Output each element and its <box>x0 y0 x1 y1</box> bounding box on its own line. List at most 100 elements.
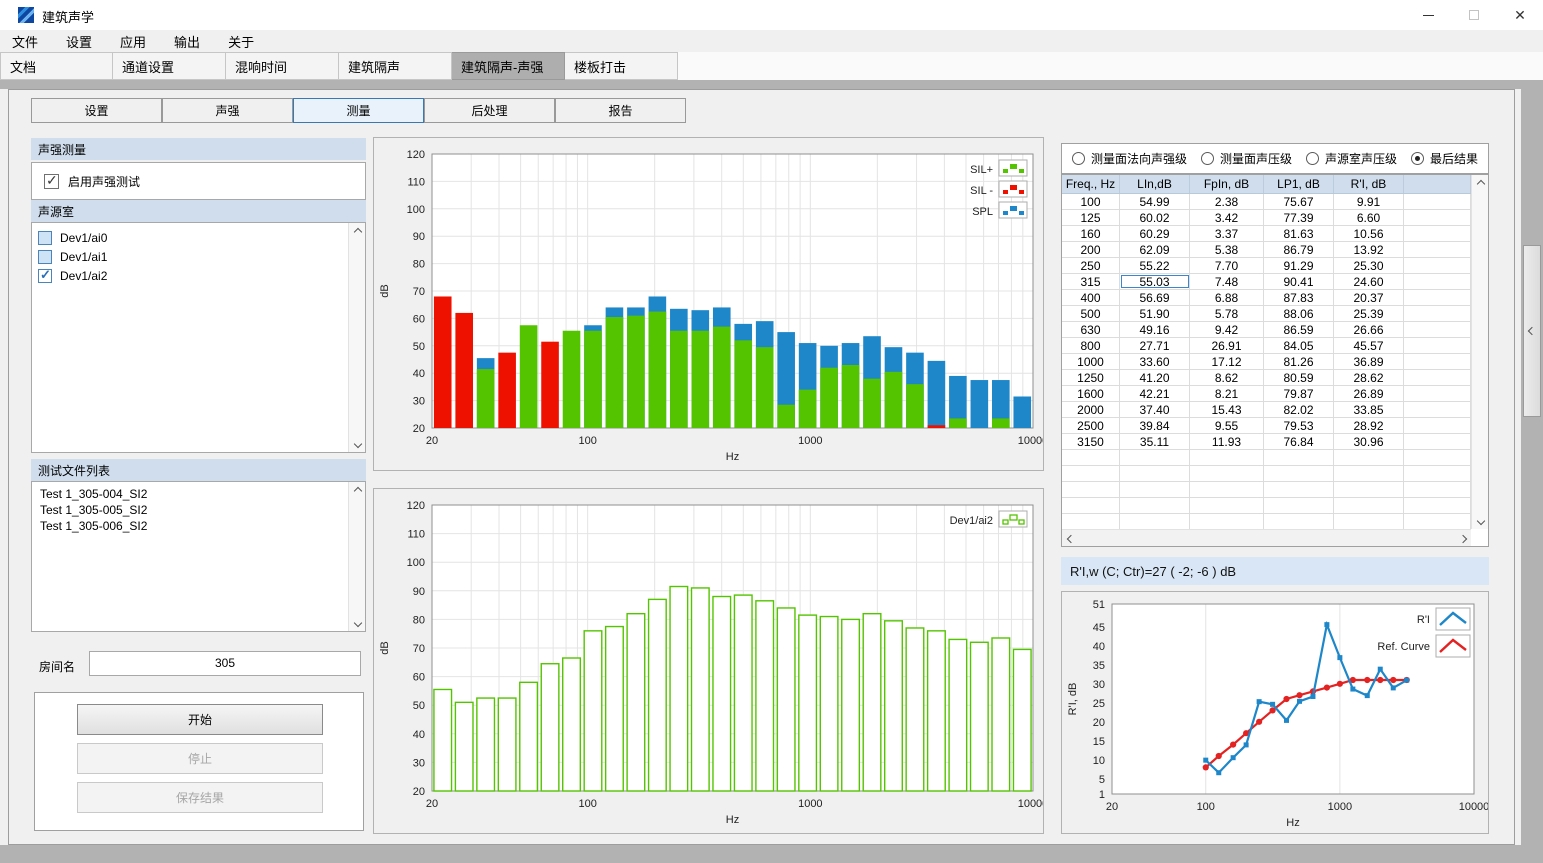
menu-item[interactable]: 关于 <box>228 32 254 51</box>
table-cell[interactable]: 86.79 <box>1264 242 1334 257</box>
table-cell[interactable]: 77.39 <box>1264 210 1334 225</box>
maximize-button[interactable] <box>1451 0 1497 30</box>
table-row[interactable]: 80027.7126.9184.0545.57 <box>1062 338 1471 354</box>
table-row[interactable]: 20062.095.3886.7913.92 <box>1062 242 1471 258</box>
table-cell[interactable]: 90.41 <box>1264 274 1334 289</box>
table-cell[interactable]: 1250 <box>1062 370 1120 385</box>
table-cell[interactable]: 60.29 <box>1120 226 1190 241</box>
menu-item[interactable]: 设置 <box>66 32 92 51</box>
table-cell[interactable]: 630 <box>1062 322 1120 337</box>
result-view-radio[interactable]: 声源室声压级 <box>1306 150 1397 167</box>
result-view-radio[interactable]: 测量面声压级 <box>1201 150 1292 167</box>
radio-icon[interactable] <box>1072 152 1085 165</box>
table-cell[interactable]: 6.60 <box>1334 210 1404 225</box>
scroll-up-icon[interactable] <box>349 223 366 240</box>
table-cell[interactable]: 84.05 <box>1264 338 1334 353</box>
sub-tab[interactable]: 后处理 <box>424 98 555 123</box>
table-cell[interactable]: 30.96 <box>1334 434 1404 449</box>
table-cell[interactable]: 24.60 <box>1334 274 1404 289</box>
table-row[interactable]: 63049.169.4286.5926.66 <box>1062 322 1471 338</box>
table-cell[interactable]: 200 <box>1062 242 1120 257</box>
table-cell[interactable]: 39.84 <box>1120 418 1190 433</box>
table-cell[interactable] <box>1404 370 1471 385</box>
channel-checkbox[interactable] <box>38 231 52 245</box>
table-row[interactable]: 160042.218.2179.8726.89 <box>1062 386 1471 402</box>
table-row[interactable]: 315035.1111.9376.8430.96 <box>1062 434 1471 450</box>
minimize-button[interactable] <box>1405 0 1451 30</box>
table-cell[interactable] <box>1404 258 1471 273</box>
table-cell[interactable]: 3.42 <box>1190 210 1264 225</box>
table-cell[interactable]: 400 <box>1062 290 1120 305</box>
scroll-down-icon[interactable] <box>349 435 366 452</box>
table-cell[interactable]: 1600 <box>1062 386 1120 401</box>
table-cell[interactable]: 5.78 <box>1190 306 1264 321</box>
sub-tab[interactable]: 报告 <box>555 98 686 123</box>
table-cell[interactable]: 88.06 <box>1264 306 1334 321</box>
start-button[interactable]: 开始 <box>77 704 323 735</box>
table-cell[interactable]: 26.91 <box>1190 338 1264 353</box>
table-cell[interactable]: 315 <box>1062 274 1120 289</box>
table-cell[interactable]: 60.02 <box>1120 210 1190 225</box>
table-cell[interactable]: 10.56 <box>1334 226 1404 241</box>
table-cell[interactable]: 55.22 <box>1120 258 1190 273</box>
main-tab[interactable]: 文档 <box>0 52 113 80</box>
table-cell[interactable]: 9.55 <box>1190 418 1264 433</box>
table-cell[interactable]: 3150 <box>1062 434 1120 449</box>
table-cell[interactable]: 3.37 <box>1190 226 1264 241</box>
table-cell[interactable]: 91.29 <box>1264 258 1334 273</box>
table-cell[interactable]: 2.38 <box>1190 194 1264 209</box>
menu-item[interactable]: 文件 <box>12 32 38 51</box>
table-cell[interactable] <box>1404 354 1471 369</box>
table-cell[interactable]: 27.71 <box>1120 338 1190 353</box>
main-tab[interactable]: 通道设置 <box>113 52 226 80</box>
table-cell[interactable] <box>1404 434 1471 449</box>
table-cell[interactable]: 1000 <box>1062 354 1120 369</box>
table-cell[interactable]: 7.48 <box>1190 274 1264 289</box>
table-cell[interactable]: 36.89 <box>1334 354 1404 369</box>
menu-item[interactable]: 应用 <box>120 32 146 51</box>
table-cell[interactable]: 6.88 <box>1190 290 1264 305</box>
channel-list-scrollbar[interactable] <box>348 223 365 452</box>
table-cell[interactable]: 17.12 <box>1190 354 1264 369</box>
table-cell[interactable]: 80.59 <box>1264 370 1334 385</box>
table-cell[interactable]: 8.21 <box>1190 386 1264 401</box>
table-cell[interactable]: 41.20 <box>1120 370 1190 385</box>
table-cell[interactable]: 79.87 <box>1264 386 1334 401</box>
table-cell[interactable] <box>1404 338 1471 353</box>
table-cell[interactable]: 125 <box>1062 210 1120 225</box>
table-cell[interactable] <box>1404 306 1471 321</box>
result-view-radio[interactable]: 最后结果 <box>1411 150 1478 167</box>
table-row[interactable]: 125041.208.6280.5928.62 <box>1062 370 1471 386</box>
table-cell[interactable]: 9.91 <box>1334 194 1404 209</box>
table-cell[interactable]: 15.43 <box>1190 402 1264 417</box>
table-row[interactable]: 50051.905.7888.0625.39 <box>1062 306 1471 322</box>
table-cell[interactable]: 20.37 <box>1334 290 1404 305</box>
table-cell[interactable]: 11.93 <box>1190 434 1264 449</box>
table-cell[interactable] <box>1404 290 1471 305</box>
table-cell[interactable] <box>1404 386 1471 401</box>
table-cell[interactable]: 7.70 <box>1190 258 1264 273</box>
table-cell[interactable]: 81.63 <box>1264 226 1334 241</box>
sub-tab[interactable]: 测量 <box>293 98 424 123</box>
result-view-radio[interactable]: 测量面法向声强级 <box>1072 150 1187 167</box>
table-row[interactable]: 10054.992.3875.679.91 <box>1062 194 1471 210</box>
scroll-up-icon[interactable] <box>1472 175 1489 192</box>
radio-icon[interactable] <box>1411 152 1424 165</box>
table-row[interactable]: 200037.4015.4382.0233.85 <box>1062 402 1471 418</box>
table-cell[interactable]: 35.11 <box>1120 434 1190 449</box>
table-cell[interactable]: 42.21 <box>1120 386 1190 401</box>
table-cell[interactable]: 250 <box>1062 258 1120 273</box>
enable-intensity-checkbox[interactable] <box>44 174 59 189</box>
channel-item[interactable]: Dev1/ai2 <box>38 266 348 285</box>
table-row[interactable]: 100033.6017.1281.2636.89 <box>1062 354 1471 370</box>
table-cell[interactable]: 51.90 <box>1120 306 1190 321</box>
table-cell[interactable]: 100 <box>1062 194 1120 209</box>
file-item[interactable]: Test 1_305-005_SI2 <box>38 503 348 519</box>
table-cell[interactable]: 37.40 <box>1120 402 1190 417</box>
table-vertical-scrollbar[interactable] <box>1471 175 1488 529</box>
table-row[interactable]: 40056.696.8887.8320.37 <box>1062 290 1471 306</box>
table-cell[interactable]: 160 <box>1062 226 1120 241</box>
channel-checkbox[interactable] <box>38 269 52 283</box>
main-tab[interactable]: 建筑隔声-声强 <box>452 52 565 80</box>
table-cell[interactable]: 26.89 <box>1334 386 1404 401</box>
